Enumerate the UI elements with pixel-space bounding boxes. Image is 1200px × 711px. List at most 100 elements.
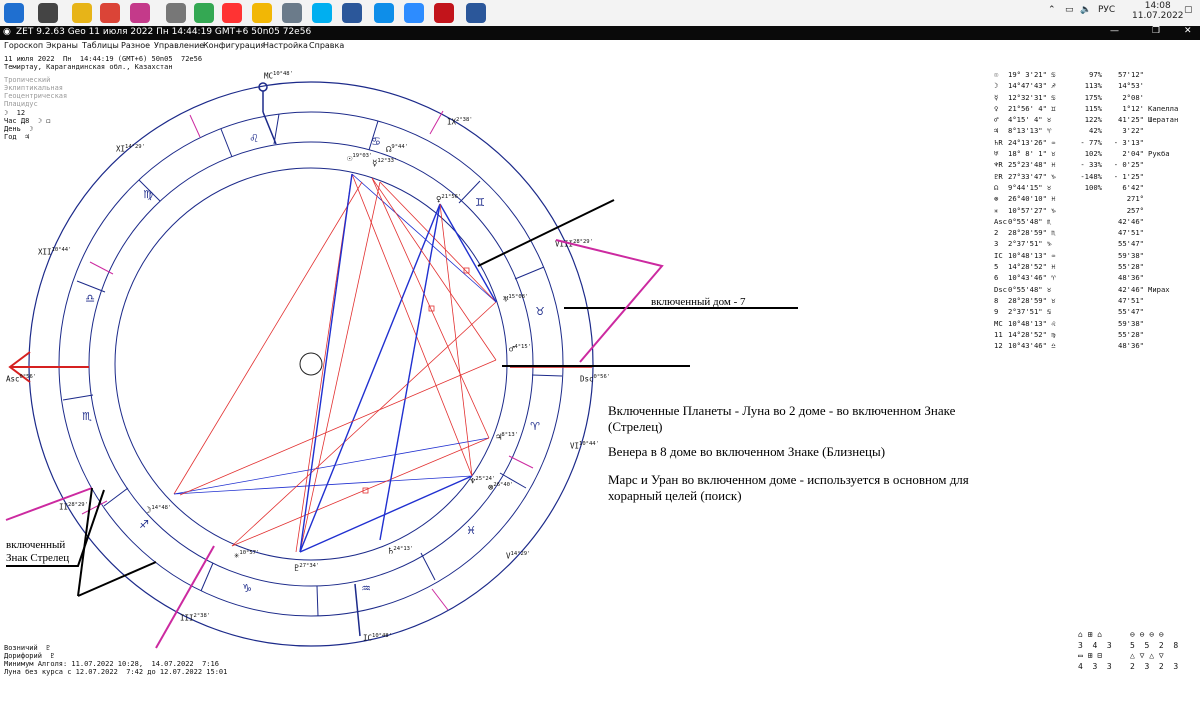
planet-mark-12[interactable]: ☽14°48' bbox=[146, 505, 171, 516]
sign-gemini-icon: ♊ bbox=[475, 196, 485, 209]
planet-mark-10[interactable]: ♇27°34' bbox=[294, 563, 319, 574]
planet-mark-11[interactable]: ✳10°57' bbox=[234, 550, 259, 561]
planet-mark-4[interactable]: ♅15°08' bbox=[503, 294, 528, 305]
table-row[interactable]: ☿ 12°32'31" ♋ 175% 2°08' bbox=[994, 93, 1194, 104]
asc-label-degree: 0°56' bbox=[19, 374, 37, 380]
cell-g: IC bbox=[994, 250, 1003, 260]
planet-mark-9[interactable]: ♄24°13' bbox=[388, 546, 413, 557]
table-row[interactable]: ✳ 10°57'27" ♑ 257° bbox=[994, 206, 1194, 217]
cell-pos: 12°32'31" ♋ bbox=[1008, 92, 1056, 102]
footer-star-1: Возничий ♇ bbox=[4, 644, 51, 652]
table-row[interactable]: ⊗ 26°40'10" ♓ 271° bbox=[994, 194, 1194, 205]
house-xii-label: XII10°44' bbox=[38, 247, 71, 257]
table-row[interactable]: MC 10°48'13" ♌ 59'38" bbox=[994, 319, 1194, 330]
table-row[interactable]: ♇R 27°33'47" ♑ -148% - 1'25" bbox=[994, 172, 1194, 183]
cell-pos: 10°57'27" ♑ bbox=[1008, 205, 1056, 215]
table-row[interactable]: ♅ 18° 8' 1" ♉ 102% 2'04" Рукба bbox=[994, 149, 1194, 160]
planet-degree: 4°15' bbox=[514, 344, 531, 350]
annotation-paragraph-3: Марс и Уран во включенном доме - использ… bbox=[608, 472, 969, 504]
dsc-label-degree: 0°56' bbox=[593, 374, 611, 380]
annotation-p3b: хорарный целей (поиск) bbox=[608, 488, 742, 503]
cell-g: ♃ bbox=[994, 126, 999, 136]
dsc-label: Dsc0°56' bbox=[580, 374, 610, 384]
planet-mark-5[interactable]: ♂4°15' bbox=[509, 344, 531, 355]
cell-note: Шератан bbox=[1148, 115, 1179, 125]
cell-pos: 28°28'59" ♏ bbox=[1008, 228, 1056, 238]
table-row[interactable]: 9 2°37'51" ♋ 55'47" bbox=[994, 307, 1194, 318]
asc-label: Asc0°56' bbox=[6, 374, 36, 384]
table-row[interactable]: 2 28°28'59" ♏ 47'51" bbox=[994, 228, 1194, 239]
cell-pct: 102% bbox=[1084, 149, 1102, 159]
cell-spd: 48'36" bbox=[1118, 273, 1144, 283]
cell-spd: 47'51" bbox=[1118, 295, 1144, 305]
elem-count-a2: 4 3 3 bbox=[1078, 662, 1112, 671]
planet-mark-2[interactable]: ☊9°44' bbox=[386, 144, 408, 155]
table-row[interactable]: ☽ 14°47'43" ♐ 113% 14°53' bbox=[994, 81, 1194, 92]
cell-note: Капелла bbox=[1148, 103, 1179, 113]
table-row[interactable]: 6 10°43'46" ♈ 48'36" bbox=[994, 273, 1194, 284]
sign-cancer-icon: ♋ bbox=[371, 135, 381, 148]
planet-mark-6[interactable]: ♃8°13' bbox=[496, 432, 518, 443]
sign-sagittarius-icon: ♐ bbox=[139, 518, 149, 531]
table-row[interactable]: 3 2°37'51" ♑ 55'47" bbox=[994, 239, 1194, 250]
elem-count-a: 3 4 3 bbox=[1078, 641, 1112, 650]
cell-pos: 25°23'48" ♓ bbox=[1008, 160, 1056, 170]
table-row[interactable]: 12 10°43'46" ♎ 48'36" bbox=[994, 341, 1194, 352]
planet-mark-1[interactable]: ☿12°33' bbox=[372, 158, 397, 169]
house-ii-label-text: II bbox=[59, 502, 69, 512]
cell-pct: 115% bbox=[1084, 103, 1102, 113]
cell-spd: 1°12' bbox=[1122, 103, 1144, 113]
cell-pos: 10°48'13" ♌ bbox=[1008, 318, 1056, 328]
cell-spd: 271° bbox=[1126, 194, 1144, 204]
table-row[interactable]: ♄R 24°13'26" ♒ - 77% - 3'13" bbox=[994, 138, 1194, 149]
cell-g: ☿ bbox=[994, 92, 999, 102]
cell-spd: 41'25" bbox=[1118, 115, 1144, 125]
house-v-label: V14°29' bbox=[506, 551, 530, 561]
table-row[interactable]: 8 28°28'59" ♉ 47'51" bbox=[994, 296, 1194, 307]
cell-spd: 2°08' bbox=[1122, 92, 1144, 102]
sign-taurus-icon: ♉ bbox=[535, 305, 545, 318]
cell-pct: 42% bbox=[1089, 126, 1102, 136]
cell-pos: 28°28'59" ♉ bbox=[1008, 295, 1056, 305]
table-row[interactable]: 5 14°28'52" ♓ 55'28" bbox=[994, 262, 1194, 273]
planet-degree: 10°57' bbox=[239, 550, 260, 556]
planet-mark-0[interactable]: ☉19°03' bbox=[347, 153, 372, 164]
ic-axis bbox=[354, 583, 361, 637]
table-row[interactable]: 11 14°28'52" ♍ 55'28" bbox=[994, 330, 1194, 341]
annotation-p1b: (Стрелец) bbox=[608, 419, 663, 434]
cell-spd: 59'38" bbox=[1118, 250, 1144, 260]
cell-g: ☊ bbox=[994, 182, 999, 192]
cell-pos: 14°28'52" ♍ bbox=[1008, 329, 1056, 339]
table-row[interactable]: ♆R 25°23'48" ♓ - 33% - 0'25" bbox=[994, 160, 1194, 171]
planet-degree: 24°13' bbox=[393, 546, 414, 552]
house-xii-label-degree: 10°44' bbox=[51, 247, 72, 253]
table-row[interactable]: Asc 0°55'48" ♏ 42'46" bbox=[994, 217, 1194, 228]
asc-label-text: Asc bbox=[6, 374, 20, 384]
table-row[interactable]: Dsc 0°55'48" ♉ 42'46" Мирах bbox=[994, 285, 1194, 296]
planet-mark-3[interactable]: ♀21°56' bbox=[436, 194, 461, 205]
house-xi-label-degree: 14°29' bbox=[125, 144, 145, 150]
cell-g: 6 bbox=[994, 273, 999, 283]
cell-pct: - 77% bbox=[1080, 137, 1102, 147]
ic-label-text: IC bbox=[363, 633, 373, 643]
house-xi-label-text: XI bbox=[116, 144, 126, 154]
dsc-label-text: Dsc bbox=[580, 374, 594, 384]
annotation-paragraph-1: Включенные Планеты - Луна во 2 доме - во… bbox=[608, 403, 955, 435]
table-row[interactable]: IC 10°48'13" ♒ 59'38" bbox=[994, 251, 1194, 262]
planet-mark-8[interactable]: ⊗26°40' bbox=[488, 482, 513, 493]
cell-g: ♇R bbox=[994, 171, 1003, 181]
table-row[interactable]: ☉ 19° 3'21" ♋ 97% 57'12" bbox=[994, 70, 1194, 81]
table-row[interactable]: ♃ 8°13'13" ♈ 42% 3'22" bbox=[994, 126, 1194, 137]
sign-aries-icon: ♈ bbox=[530, 420, 540, 433]
table-row[interactable]: ☊ 9°44'15" ♉ 100% 6'42" bbox=[994, 183, 1194, 194]
table-row[interactable]: ♀ 21°56' 4" ♊ 115% 1°12' Капелла bbox=[994, 104, 1194, 115]
house-xii-label-text: XII bbox=[38, 247, 52, 257]
cell-pos: 21°56' 4" ♊ bbox=[1008, 103, 1056, 113]
sign-pisces-icon: ♓ bbox=[466, 524, 476, 537]
sign-aquarius-icon: ♒ bbox=[361, 582, 371, 595]
elem-icons-b2: △ ▽ △ ▽ bbox=[1130, 651, 1164, 660]
cell-spd: 42'46" bbox=[1118, 284, 1144, 294]
table-row[interactable]: ♂ 4°15' 4" ♉ 122% 41'25" Шератан bbox=[994, 115, 1194, 126]
aspect-markers bbox=[362, 267, 470, 494]
cell-spd: 3'22" bbox=[1122, 126, 1144, 136]
